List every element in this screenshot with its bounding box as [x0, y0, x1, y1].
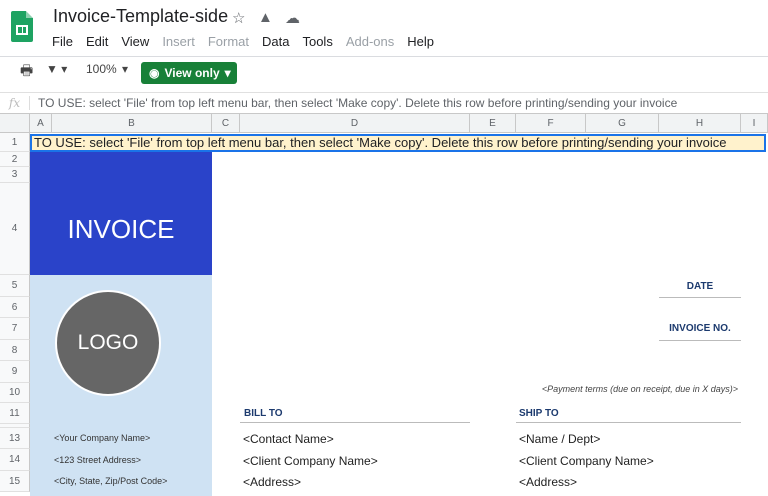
company-panel: LOGO <Your Company Name> <123 Street Add… [30, 275, 212, 496]
column-header-e[interactable]: E [470, 113, 516, 133]
column-header-h[interactable]: H [659, 113, 741, 133]
menu-bar: File Edit View Insert Format Data Tools … [52, 34, 434, 49]
column-header-d[interactable]: D [240, 113, 470, 133]
row-header[interactable]: 10 [0, 383, 30, 403]
formula-bar: fx TO USE: select 'File' from top left m… [0, 92, 768, 112]
row-header[interactable]: 4 [0, 183, 30, 275]
select-all-corner[interactable] [0, 113, 30, 133]
ship-address: <Address> [519, 475, 578, 489]
ship-company: <Client Company Name> [519, 454, 654, 468]
ship-to-underline [516, 422, 741, 423]
menu-edit[interactable]: Edit [86, 34, 108, 49]
invoice-no-label: INVOICE NO. [669, 323, 731, 334]
invoice-title: INVOICE [67, 214, 175, 244]
column-header-g[interactable]: G [586, 113, 659, 133]
row-header[interactable]: 11 [0, 403, 30, 424]
column-header-c[interactable]: C [212, 113, 240, 133]
row-header[interactable]: 7 [0, 318, 30, 340]
payment-terms: <Payment terms (due on receipt, due in X… [541, 384, 738, 394]
logo-placeholder: LOGO [55, 290, 161, 396]
invoice-no-underline [659, 340, 741, 341]
row-header[interactable]: 1 [0, 133, 30, 152]
row-header[interactable]: 6 [0, 297, 30, 318]
bill-address: <Address> [243, 475, 302, 489]
zoom-chevron-down-icon[interactable]: ▾ [122, 62, 128, 76]
row-header[interactable]: 14 [0, 449, 30, 471]
view-only-button[interactable]: ◉ View only ▾ [141, 62, 237, 84]
column-header-i[interactable]: I [741, 113, 768, 133]
chevron-down-icon: ▾ [224, 66, 231, 80]
note-cell[interactable]: TO USE: select 'File' from top left menu… [30, 134, 766, 152]
menu-tools[interactable]: Tools [302, 34, 332, 49]
company-name: <Your Company Name> [54, 433, 151, 443]
ship-name: <Name / Dept> [519, 432, 601, 446]
fx-icon: fx [0, 95, 30, 110]
menu-file[interactable]: File [52, 34, 73, 49]
column-header-f[interactable]: F [516, 113, 586, 133]
star-icon[interactable]: ☆ [232, 9, 245, 27]
row-header[interactable]: 15 [0, 471, 30, 492]
row-header[interactable]: 9 [0, 361, 30, 383]
filter-icon[interactable]: ▼ ▾ [46, 62, 67, 76]
move-to-drive-icon[interactable]: ▲ [258, 9, 273, 26]
document-title[interactable]: Invoice-Template-side [53, 6, 228, 27]
bill-to-underline [240, 422, 470, 423]
menu-insert[interactable]: Insert [162, 34, 195, 49]
divider [0, 56, 768, 57]
column-header-a[interactable]: A [30, 113, 52, 133]
row-header[interactable]: 8 [0, 340, 30, 361]
company-city: <City, State, Zip/Post Code> [54, 476, 168, 486]
row-header[interactable]: 2 [0, 152, 30, 167]
cloud-status-icon[interactable]: ☁ [285, 9, 300, 27]
print-icon[interactable]: 🖶 [20, 60, 33, 84]
eye-icon: ◉ [149, 66, 160, 80]
menu-view[interactable]: View [121, 34, 149, 49]
date-label: DATE [686, 281, 714, 292]
column-header-b[interactable]: B [52, 113, 212, 133]
ship-to-label: SHIP TO [519, 408, 559, 419]
row-header[interactable]: 5 [0, 275, 30, 297]
menu-format[interactable]: Format [208, 34, 249, 49]
bill-company: <Client Company Name> [243, 454, 378, 468]
menu-help[interactable]: Help [407, 34, 434, 49]
formula-input[interactable]: TO USE: select 'File' from top left menu… [30, 96, 677, 110]
row-header[interactable]: 13 [0, 428, 30, 449]
date-underline [659, 297, 741, 298]
menu-data[interactable]: Data [262, 34, 289, 49]
bill-to-label: BILL TO [244, 408, 283, 419]
menu-add-ons[interactable]: Add-ons [346, 34, 394, 49]
row-header[interactable]: 3 [0, 167, 30, 183]
company-street: <123 Street Address> [54, 455, 142, 465]
zoom-select[interactable]: 100% [86, 62, 117, 76]
invoice-banner: INVOICE [30, 152, 212, 275]
bill-contact: <Contact Name> [243, 432, 334, 446]
sheets-logo-icon[interactable] [11, 11, 33, 42]
